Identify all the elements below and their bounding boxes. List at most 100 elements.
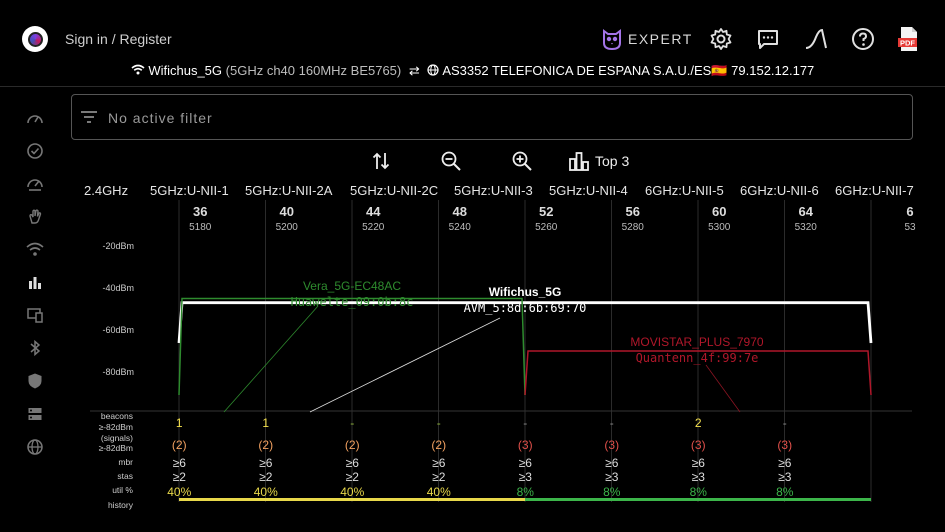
history-bar: [179, 498, 525, 501]
stats-row-label: ≥-82dBm: [99, 422, 133, 432]
signin-link[interactable]: Sign in / Register: [65, 31, 172, 47]
network-name-label: MOVISTAR_PLUS_7970: [630, 335, 763, 349]
mbr-value: ≥6: [692, 456, 706, 470]
util-value: 40%: [254, 485, 278, 499]
filter-status: No active filter: [108, 110, 213, 126]
mbr-value: ≥6: [605, 456, 619, 470]
signal-count: (2): [431, 438, 446, 452]
connection-details: (5GHz ch40 160MHz BE5765): [225, 63, 402, 78]
band-tabs: 2.4GHz 5GHz:U-NII-1 5GHz:U-NII-2A 5GHz:U-NI…: [0, 183, 945, 199]
pdf-export-icon[interactable]: PDF: [897, 26, 921, 52]
band-tab[interactable]: 5GHz:U-NII-2C: [350, 183, 438, 198]
band-tab[interactable]: 5GHz:U-NII-1: [150, 183, 229, 198]
util-value: 40%: [427, 485, 451, 499]
filter-box[interactable]: No active filter: [71, 94, 913, 140]
channel-number: 44: [366, 204, 381, 219]
expert-owl-icon[interactable]: [600, 27, 624, 51]
channel-number: 52: [539, 204, 553, 219]
stas-value: ≥2: [346, 470, 360, 484]
channel-number: 48: [453, 204, 467, 219]
globe-icon: [427, 63, 442, 78]
beacon-count: -: [783, 416, 787, 430]
network-name-label: Vera_5G-EC48AC: [303, 279, 401, 293]
util-value: 40%: [167, 485, 191, 499]
beacon-count: 2: [695, 416, 702, 430]
channel-number: 64: [799, 204, 814, 219]
stats-row-label: ≥-82dBm: [99, 443, 133, 453]
stats-row-label: mbr: [118, 457, 133, 467]
app-logo[interactable]: [22, 26, 48, 52]
isp-name: AS3352 TELEFONICA DE ESPANA S.A.U./ES: [442, 63, 712, 78]
expert-label[interactable]: EXPERT: [628, 31, 693, 47]
beacon-count: -: [610, 416, 614, 430]
mbr-value: ≥6: [432, 456, 446, 470]
band-tab[interactable]: 6GHz:U-NII-6: [740, 183, 819, 198]
channel-frequency: 5260: [535, 222, 558, 233]
channel-number: 36: [193, 204, 207, 219]
leader-line: [705, 364, 741, 413]
signal-curve-icon[interactable]: [804, 27, 828, 51]
country-flag: 🇪🇸: [711, 63, 728, 78]
stats-row-label: (signals): [101, 433, 133, 443]
zoom-in-icon[interactable]: [511, 150, 533, 172]
signal-count: (3): [691, 438, 706, 452]
connected-ssid: Wifichus_5G: [148, 63, 223, 78]
feedback-icon[interactable]: [756, 27, 780, 51]
util-value: 8%: [776, 485, 794, 499]
signal-count: (3): [604, 438, 619, 452]
signal-count: (2): [258, 438, 273, 452]
channel-number: 60: [712, 204, 726, 219]
channel-frequency: 53: [904, 222, 916, 233]
signal-count: (3): [518, 438, 533, 452]
band-tab[interactable]: 2.4GHz: [84, 183, 128, 198]
stas-value: ≥3: [519, 470, 533, 484]
help-icon[interactable]: [851, 27, 875, 51]
stas-value: ≥3: [605, 470, 619, 484]
stats-row-label: stas: [117, 471, 133, 481]
swap-arrows-icon: ⇄: [408, 63, 420, 78]
network-bssid-label: Quantenn_4f:99:7e: [636, 351, 759, 365]
zoom-out-icon[interactable]: [440, 150, 462, 172]
y-tick-label: -20dBm: [102, 241, 134, 251]
band-tab[interactable]: 6GHz:U-NII-7: [835, 183, 914, 198]
band-tab[interactable]: 5GHz:U-NII-4: [549, 183, 628, 198]
channel-frequency: 5320: [795, 222, 818, 233]
network-bssid-label: Huawelte_09:0b:8c: [291, 295, 414, 309]
channel-frequency: 5240: [449, 222, 472, 233]
band-tab[interactable]: 5GHz:U-NII-2A: [245, 183, 332, 198]
check-circle-icon[interactable]: [26, 142, 44, 160]
y-tick-label: -40dBm: [102, 283, 134, 293]
stats-row-label: beacons: [101, 411, 133, 421]
stas-value: ≥2: [432, 470, 446, 484]
util-value: 8%: [603, 485, 621, 499]
y-tick-label: -80dBm: [102, 367, 134, 377]
wifi-icon: [131, 63, 149, 78]
top-n-button[interactable]: Top 3: [595, 153, 629, 169]
network-bssid-label: AVM_5:8d:6b:69:70: [464, 301, 587, 315]
band-tab[interactable]: 5GHz:U-NII-3: [454, 183, 533, 198]
filter-icon: [81, 111, 97, 123]
y-tick-label: -60dBm: [102, 325, 134, 335]
sort-arrows-icon[interactable]: [370, 150, 392, 172]
channel-chart[interactable]: 36 5180 40 5200 44 5220 48 5240 52 5260 56 5280 60 53…: [0, 200, 945, 532]
channel-frequency: 5180: [189, 222, 212, 233]
channel-number: 6: [906, 204, 913, 219]
mbr-value: ≥6: [259, 456, 273, 470]
top-bars-icon[interactable]: [568, 150, 590, 172]
channel-number: 56: [626, 204, 640, 219]
leader-line: [309, 317, 501, 413]
channel-frequency: 5300: [708, 222, 731, 233]
speedometer-icon[interactable]: [26, 110, 44, 128]
stas-value: ≥3: [692, 470, 706, 484]
beacon-count: -: [437, 416, 441, 430]
mbr-value: ≥6: [173, 456, 187, 470]
public-ip: 79.152.12.177: [731, 63, 815, 78]
history-bar: [525, 498, 871, 501]
util-value: 8%: [517, 485, 535, 499]
band-tab[interactable]: 6GHz:U-NII-5: [645, 183, 724, 198]
mbr-value: ≥6: [778, 456, 792, 470]
gear-icon[interactable]: [709, 27, 733, 51]
mbr-value: ≥6: [346, 456, 360, 470]
signal-count: (3): [777, 438, 792, 452]
beacon-count: -: [350, 416, 354, 430]
